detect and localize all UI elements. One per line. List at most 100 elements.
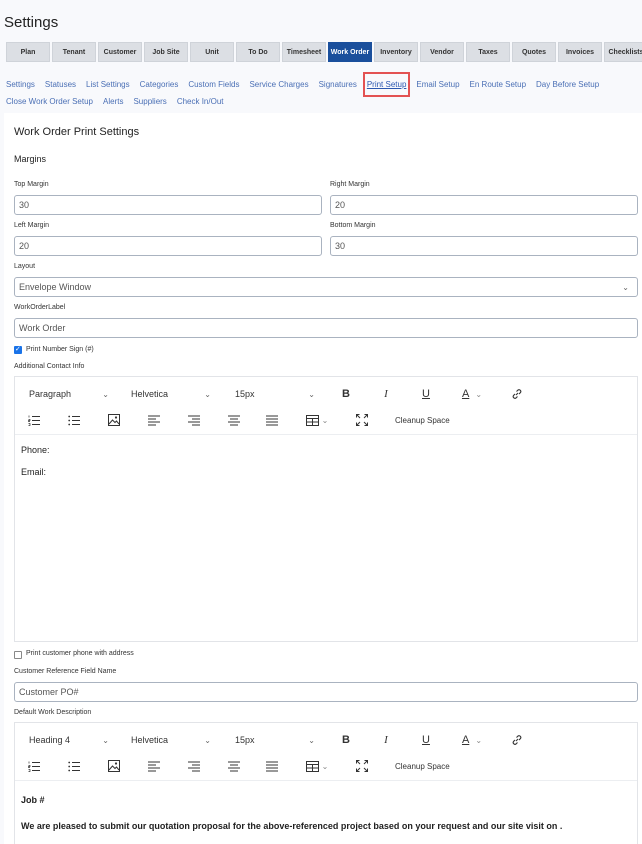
editor-toolbar: Heading 4⌄ Helvetica⌄ 15px⌄ B I U A⌄ bbox=[15, 723, 637, 781]
italic-button[interactable]: I bbox=[379, 731, 393, 749]
tab-timesheet[interactable]: Timesheet bbox=[282, 42, 326, 62]
cleanup-space-button[interactable]: Cleanup Space bbox=[395, 411, 450, 429]
italic-button[interactable]: I bbox=[379, 385, 393, 403]
subnav-email-setup[interactable]: Email Setup bbox=[416, 76, 459, 93]
justify-button[interactable] bbox=[265, 757, 279, 775]
tab-checklists[interactable]: Checklists bbox=[604, 42, 642, 62]
tab-inventory[interactable]: Inventory bbox=[374, 42, 418, 62]
subnav-statuses[interactable]: Statuses bbox=[45, 76, 76, 93]
ordered-list-button[interactable] bbox=[27, 411, 41, 429]
left-margin-input[interactable]: 20 bbox=[14, 236, 322, 256]
align-center-icon bbox=[228, 761, 240, 771]
table-button[interactable]: ⌄ bbox=[303, 757, 331, 775]
bullet-list-button[interactable] bbox=[67, 411, 81, 429]
block-format-select[interactable]: Heading 4 ⌄ bbox=[29, 731, 109, 749]
fullscreen-button[interactable] bbox=[355, 757, 369, 775]
font-color-button[interactable]: A ⌄ bbox=[458, 385, 486, 403]
justify-icon bbox=[266, 761, 278, 771]
align-right-button[interactable] bbox=[187, 757, 201, 775]
font-size-select[interactable]: 15px ⌄ bbox=[235, 385, 315, 403]
print-customer-phone-checkbox[interactable] bbox=[14, 651, 22, 659]
subnav-list-settings[interactable]: List Settings bbox=[86, 76, 130, 93]
additional-contact-label: Additional Contact Info bbox=[14, 363, 85, 370]
align-left-button[interactable] bbox=[147, 411, 161, 429]
editor-content[interactable]: Phone: Email: bbox=[21, 445, 50, 489]
subnav-en-route-setup[interactable]: En Route Setup bbox=[470, 76, 526, 93]
print-number-sign-label: Print Number Sign (#) bbox=[26, 346, 94, 353]
font-color-icon: A bbox=[461, 734, 470, 746]
table-button[interactable]: ⌄ bbox=[303, 411, 331, 429]
tab-work-order[interactable]: Work Order bbox=[328, 42, 372, 62]
block-format-select[interactable]: Paragraph ⌄ bbox=[29, 385, 109, 403]
justify-button[interactable] bbox=[265, 411, 279, 429]
subnav-print-setup[interactable]: Print Setup bbox=[362, 72, 411, 97]
top-tabs: Plan Tenant Customer Job Site Unit To Do Times… bbox=[6, 42, 642, 62]
tab-plan[interactable]: Plan bbox=[6, 42, 50, 62]
tab-job-site[interactable]: Job Site bbox=[144, 42, 188, 62]
ordered-list-icon bbox=[28, 761, 40, 772]
ordered-list-icon bbox=[28, 415, 40, 426]
align-left-icon bbox=[148, 761, 160, 771]
chevron-down-icon: ⌄ bbox=[321, 761, 329, 771]
subnav-check-in-out[interactable]: Check In/Out bbox=[177, 93, 224, 110]
workorder-label-input[interactable]: Work Order bbox=[14, 318, 638, 338]
tab-tenant[interactable]: Tenant bbox=[52, 42, 96, 62]
font-size-select[interactable]: 15px ⌄ bbox=[235, 731, 315, 749]
fullscreen-icon bbox=[356, 414, 368, 426]
align-center-button[interactable] bbox=[227, 411, 241, 429]
link-icon bbox=[512, 389, 522, 399]
font-family-select[interactable]: Helvetica ⌄ bbox=[131, 385, 211, 403]
additional-contact-editor[interactable]: Paragraph⌄ Helvetica⌄ 15px⌄ B I U A⌄ bbox=[14, 376, 638, 642]
chevron-down-icon: ⌄ bbox=[204, 735, 211, 745]
image-button[interactable] bbox=[107, 411, 121, 429]
chevron-down-icon: ⌄ bbox=[308, 735, 315, 745]
align-right-button[interactable] bbox=[187, 411, 201, 429]
bold-button[interactable]: B bbox=[339, 731, 353, 749]
workorder-label-label: WorkOrderLabel bbox=[14, 304, 66, 311]
tab-taxes[interactable]: Taxes bbox=[466, 42, 510, 62]
tab-to-do[interactable]: To Do bbox=[236, 42, 280, 62]
font-color-button[interactable]: A ⌄ bbox=[458, 731, 486, 749]
default-desc-label: Default Work Description bbox=[14, 709, 92, 716]
subnav-signatures[interactable]: Signatures bbox=[319, 76, 357, 93]
subnav-custom-fields[interactable]: Custom Fields bbox=[188, 76, 239, 93]
top-margin-input[interactable]: 30 bbox=[14, 195, 322, 215]
bottom-margin-input[interactable]: 30 bbox=[330, 236, 638, 256]
underline-button[interactable]: U bbox=[419, 385, 433, 403]
layout-select-value: Envelope Window bbox=[19, 282, 92, 292]
font-family-select[interactable]: Helvetica ⌄ bbox=[131, 731, 211, 749]
subnav-suppliers[interactable]: Suppliers bbox=[133, 93, 166, 110]
right-margin-input[interactable]: 20 bbox=[330, 195, 638, 215]
bullet-list-button[interactable] bbox=[67, 757, 81, 775]
tab-invoices[interactable]: Invoices bbox=[558, 42, 602, 62]
print-number-sign-checkbox[interactable] bbox=[14, 345, 22, 354]
subnav-close-work-order-setup[interactable]: Close Work Order Setup bbox=[6, 93, 93, 110]
tab-quotes[interactable]: Quotes bbox=[512, 42, 556, 62]
align-left-button[interactable] bbox=[147, 757, 161, 775]
cleanup-space-button[interactable]: Cleanup Space bbox=[395, 757, 450, 775]
image-icon bbox=[108, 760, 120, 772]
bold-button[interactable]: B bbox=[339, 385, 353, 403]
link-button[interactable] bbox=[509, 731, 525, 749]
contact-line: Phone: bbox=[21, 445, 50, 455]
layout-select[interactable]: Envelope Window ⌄ bbox=[14, 277, 638, 297]
tab-unit[interactable]: Unit bbox=[190, 42, 234, 62]
subnav-categories[interactable]: Categories bbox=[140, 76, 179, 93]
subnav-alerts[interactable]: Alerts bbox=[103, 93, 123, 110]
subnav-day-before-setup[interactable]: Day Before Setup bbox=[536, 76, 599, 93]
subnav-settings[interactable]: Settings bbox=[6, 76, 35, 93]
fullscreen-button[interactable] bbox=[355, 411, 369, 429]
image-button[interactable] bbox=[107, 757, 121, 775]
align-center-button[interactable] bbox=[227, 757, 241, 775]
tab-customer[interactable]: Customer bbox=[98, 42, 142, 62]
link-button[interactable] bbox=[509, 385, 525, 403]
customer-ref-input[interactable]: Customer PO# bbox=[14, 682, 638, 702]
editor-content[interactable]: Job # We are pleased to submit our quota… bbox=[21, 795, 631, 843]
underline-button[interactable]: U bbox=[419, 731, 433, 749]
default-description-editor[interactable]: Heading 4⌄ Helvetica⌄ 15px⌄ B I U A⌄ bbox=[14, 722, 638, 844]
description-line: We are pleased to submit our quotation p… bbox=[21, 821, 563, 831]
subnav-service-charges[interactable]: Service Charges bbox=[249, 76, 308, 93]
tab-vendor[interactable]: Vendor bbox=[420, 42, 464, 62]
ordered-list-button[interactable] bbox=[27, 757, 41, 775]
bullet-list-icon bbox=[68, 761, 80, 771]
